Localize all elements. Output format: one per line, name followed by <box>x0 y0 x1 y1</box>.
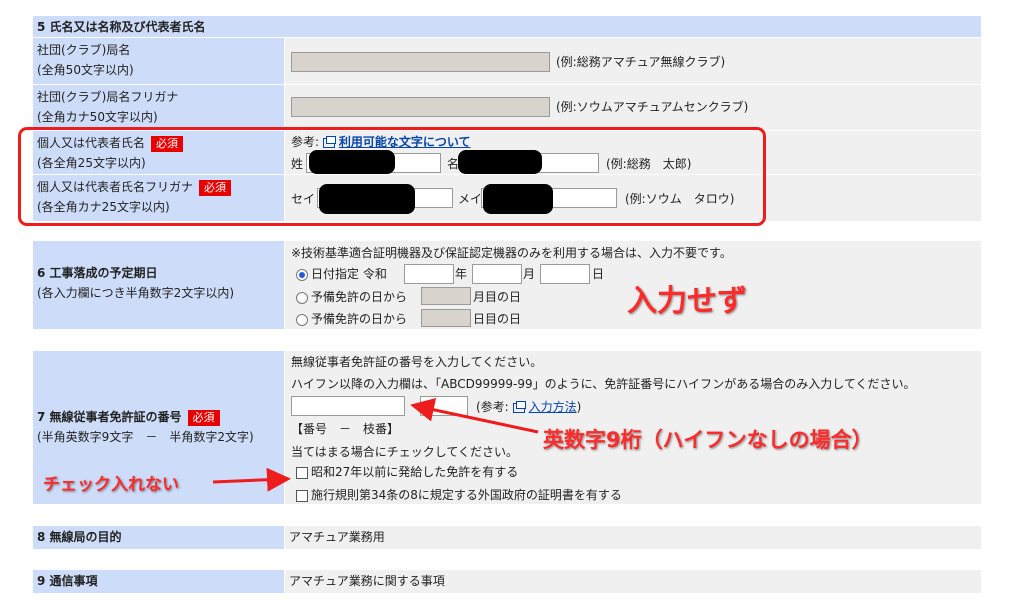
section-8-value-cell: アマチュア業務用 <box>285 526 981 549</box>
section-9-value: アマチュア業務に関する事項 <box>289 574 445 588</box>
section-9-value-cell: アマチュア業務に関する事項 <box>285 570 981 593</box>
section-8-value: アマチュア業務用 <box>289 530 385 544</box>
section-9-label-cell: 9 通信事項 <box>33 570 284 593</box>
section-9-title: 9 通信事項 <box>37 574 98 588</box>
arrow-to-license-input <box>410 398 539 434</box>
section-8-label-cell: 8 無線局の目的 <box>33 526 284 549</box>
annotation-arrows <box>212 398 539 492</box>
arrow-to-checkbox <box>212 467 291 492</box>
section-8-title: 8 無線局の目的 <box>37 530 122 544</box>
